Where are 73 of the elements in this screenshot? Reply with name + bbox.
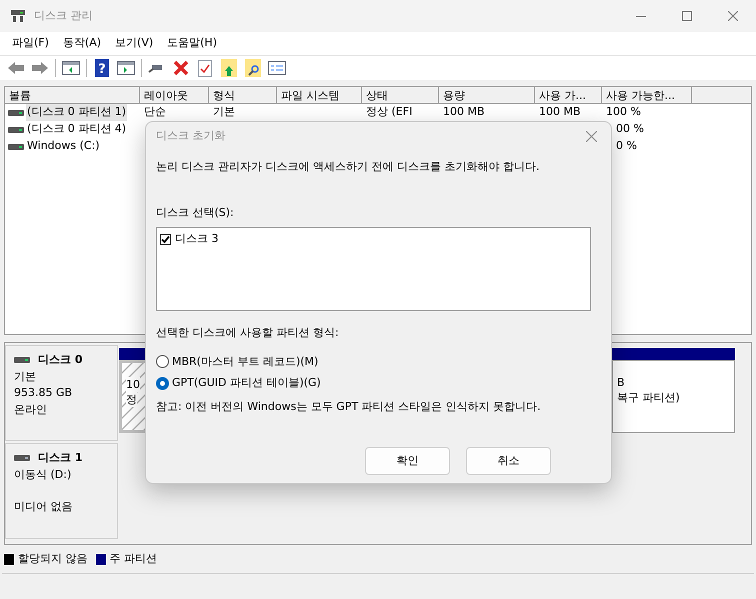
menu-item[interactable]: 동작(A) — [56, 35, 108, 52]
column-header[interactable]: 용량 — [439, 87, 535, 103]
disk-label-panel[interactable]: 디스크 1 이동식 (D:) 미디어 없음 — [5, 443, 118, 539]
table-cell: 정상 (EFI — [366, 105, 412, 118]
volume-name[interactable]: (디스크 0 파티션 4) — [26, 121, 128, 138]
partition-block[interactable]: B 복구 파티션) — [612, 360, 735, 433]
disk-listbox[interactable]: 디스크 3 — [156, 227, 591, 311]
column-header[interactable]: 사용 가... — [535, 87, 602, 103]
drive-icon — [8, 108, 24, 116]
table-cell: 100 MB — [539, 105, 581, 118]
partition-text: 복구 파티션) — [617, 390, 680, 405]
close-icon — [728, 11, 738, 21]
radio-button[interactable] — [156, 376, 169, 390]
partition-text: 10 — [126, 377, 140, 392]
disk-type: 이동식 (D:) — [14, 466, 72, 482]
dialog-button[interactable]: 확인 — [365, 447, 450, 475]
column-header[interactable]: 볼륨 — [5, 87, 140, 103]
menu-item[interactable]: 파일(F) — [6, 35, 55, 52]
folder-search-icon — [245, 59, 261, 77]
partition-style-label: 선택한 디스크에 사용할 파티션 형식: — [156, 325, 340, 341]
radio-button[interactable] — [156, 355, 169, 368]
disk-management-icon — [10, 9, 26, 23]
column-header[interactable]: 파일 시스템 — [277, 87, 362, 103]
table-cell: 100 MB — [443, 105, 485, 118]
menu-item[interactable]: 보기(V) — [109, 35, 160, 52]
column-header[interactable]: 사용 가능한... — [602, 87, 692, 103]
dialog-message: 논리 디스크 관리자가 디스크에 액세스하기 전에 디스크를 초기화해야 합니다. — [156, 159, 540, 175]
radio-label[interactable]: MBR(마스터 부트 레코드)(M) — [172, 354, 318, 370]
legend-label: 할당되지 않음 — [18, 550, 88, 567]
checkmark-icon — [161, 234, 170, 244]
column-header[interactable]: 형식 — [209, 87, 277, 103]
column-header[interactable]: 레이아웃 — [140, 87, 209, 103]
dialog-title: 디스크 초기화 — [156, 128, 226, 144]
disk-type: 기본 — [14, 368, 37, 384]
window-icon — [117, 61, 135, 75]
disk-name: 디스크 0 — [38, 352, 82, 368]
back-arrow-icon — [7, 61, 25, 75]
document-check-icon — [198, 60, 212, 76]
table-cell: 0 % — [616, 139, 637, 152]
table-cell: 단순 — [144, 105, 166, 118]
maximize-icon — [682, 11, 692, 21]
help-button[interactable]: ? — [90, 57, 114, 79]
disk-option[interactable]: 디스크 3 — [175, 231, 218, 248]
legend-label: 주 파티션 — [110, 550, 157, 567]
drive-icon — [14, 454, 30, 462]
drive-icon — [14, 356, 30, 364]
delete-icon — [173, 60, 189, 76]
radio-label[interactable]: GPT(GUID 파티션 테이블)(G) — [172, 375, 321, 392]
close-icon — [586, 131, 596, 142]
note-text: 참고: 이전 버전의 Windows는 모두 GPT 파티션 스타일은 인식하지 못합니다. — [156, 398, 542, 414]
checkbox[interactable] — [160, 234, 171, 245]
drive-icon — [8, 126, 24, 134]
disk-status: 미디어 없음 — [14, 499, 74, 515]
table-cell: 00 % — [616, 122, 644, 136]
partition-text: 정 — [126, 392, 137, 407]
disk-status: 온라인 — [14, 402, 48, 418]
checklist-icon — [268, 61, 286, 75]
disk-size: 953.85 GB — [14, 385, 74, 401]
table-cell: 기본 — [213, 105, 235, 118]
forward-arrow-icon — [31, 61, 49, 75]
disk-list-label: 디스크 선택(S): — [156, 204, 235, 220]
window-icon — [62, 61, 80, 75]
disk-label-panel[interactable]: 디스크 0 기본 953.85 GB 온라인 — [5, 345, 118, 441]
help-icon: ? — [95, 59, 109, 77]
volume-name[interactable]: (디스크 0 파티션 1) — [26, 104, 128, 121]
window-title: 디스크 관리 — [34, 8, 92, 24]
dialog-button[interactable]: 취소 — [466, 447, 551, 475]
disk-name: 디스크 1 — [38, 450, 82, 466]
volume-name[interactable]: Windows (C:) — [26, 138, 101, 155]
column-header[interactable]: 상태 — [362, 87, 439, 103]
menu-item[interactable]: 도움말(H) — [161, 35, 223, 52]
table-cell: 100 % — [606, 105, 641, 118]
drive-icon — [8, 142, 24, 150]
